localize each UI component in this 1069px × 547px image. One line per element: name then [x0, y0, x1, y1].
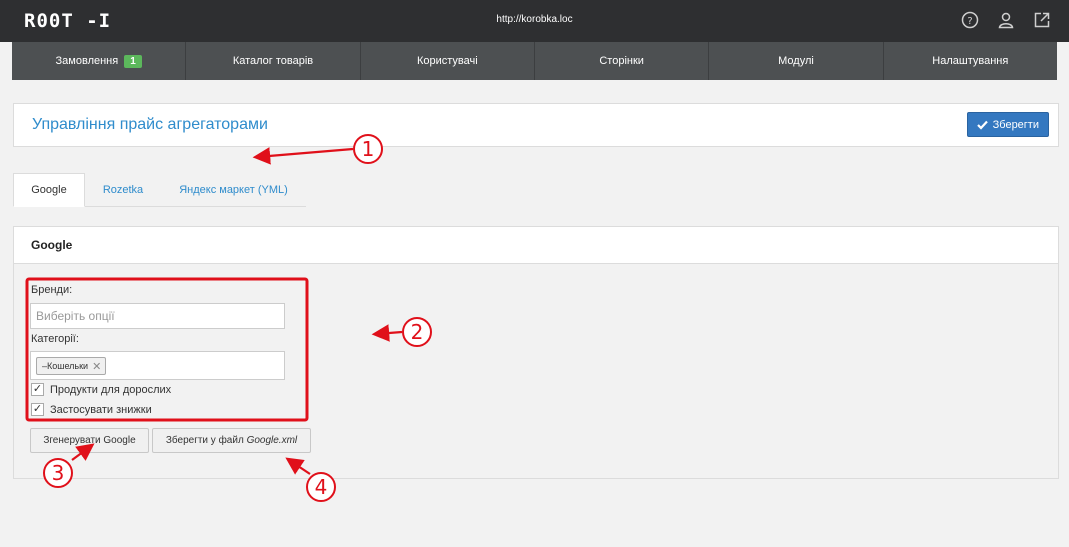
help-icon[interactable]: ? — [961, 11, 979, 29]
categories-label: Категорії: — [31, 333, 79, 345]
generate-google-button[interactable]: Згенерувати Google — [30, 428, 149, 453]
nav-item-pages[interactable]: Сторінки — [535, 42, 710, 80]
category-chip-label: –Кошельки — [42, 361, 89, 371]
brands-label: Бренди: — [31, 284, 73, 296]
nav-item-catalog[interactable]: Каталог товарів — [186, 42, 361, 80]
apply-discounts-label: Застосувати знижки — [50, 403, 152, 416]
remove-chip-icon[interactable]: ✕ — [92, 360, 101, 373]
marker-4: 4 — [306, 472, 336, 502]
tab-google[interactable]: Google — [13, 173, 85, 207]
adult-products-checkbox[interactable]: ✓ — [31, 383, 44, 396]
nav-item-settings[interactable]: Налаштування — [884, 42, 1057, 80]
marker-1: 1 — [353, 134, 383, 164]
panel-title: Google — [14, 227, 1058, 264]
arrow-1 — [252, 147, 354, 165]
site-url-link[interactable]: http://korobka.loc — [0, 14, 1069, 25]
top-icons: ? — [961, 11, 1051, 29]
orders-count-badge: 1 — [124, 54, 142, 68]
user-icon[interactable] — [997, 11, 1015, 29]
nav-item-label: Замовлення — [55, 55, 119, 67]
marker-3: 3 — [43, 458, 73, 488]
tab-rozetka[interactable]: Rozetka — [85, 173, 161, 207]
save-to-file-button[interactable]: Зберегти у файл Google.xml — [152, 428, 311, 453]
category-chip: –Кошельки ✕ — [36, 357, 107, 375]
main-nav: Замовлення 1 Каталог товарів Користувачі… — [12, 42, 1057, 80]
svg-text:?: ? — [967, 16, 972, 27]
save-button-label: Зберегти — [992, 118, 1039, 131]
brands-input[interactable] — [31, 304, 284, 328]
tab-bar: Google Rozetka Яндекс маркет (YML) — [13, 173, 306, 207]
brands-select[interactable] — [30, 303, 285, 329]
adult-products-row: ✓ Продукти для дорослих — [31, 383, 171, 396]
adult-products-label: Продукти для дорослих — [50, 383, 172, 396]
external-link-icon[interactable] — [1033, 11, 1051, 29]
check-icon — [976, 120, 988, 130]
nav-item-modules[interactable]: Модулі — [709, 42, 884, 80]
apply-discounts-checkbox[interactable]: ✓ — [31, 403, 44, 416]
nav-item-orders[interactable]: Замовлення 1 — [12, 42, 187, 80]
page-title: Управління прайс агрегаторами — [32, 116, 268, 133]
nav-item-users[interactable]: Користувачі — [361, 42, 535, 80]
save-to-file-prefix: Зберегти у файл — [165, 435, 247, 446]
categories-select[interactable]: –Кошельки ✕ — [30, 351, 285, 380]
save-button[interactable]: Зберегти — [966, 112, 1049, 137]
save-to-file-name: Google.xml — [246, 435, 298, 446]
apply-discounts-row: ✓ Застосувати знижки — [31, 403, 152, 416]
marker-2: 2 — [402, 317, 432, 347]
top-bar: R00T -I http://korobka.loc ? — [0, 0, 1069, 42]
tab-yandex-market[interactable]: Яндекс маркет (YML) — [161, 173, 306, 207]
title-panel: Управління прайс агрегаторами Зберегти — [13, 103, 1059, 147]
